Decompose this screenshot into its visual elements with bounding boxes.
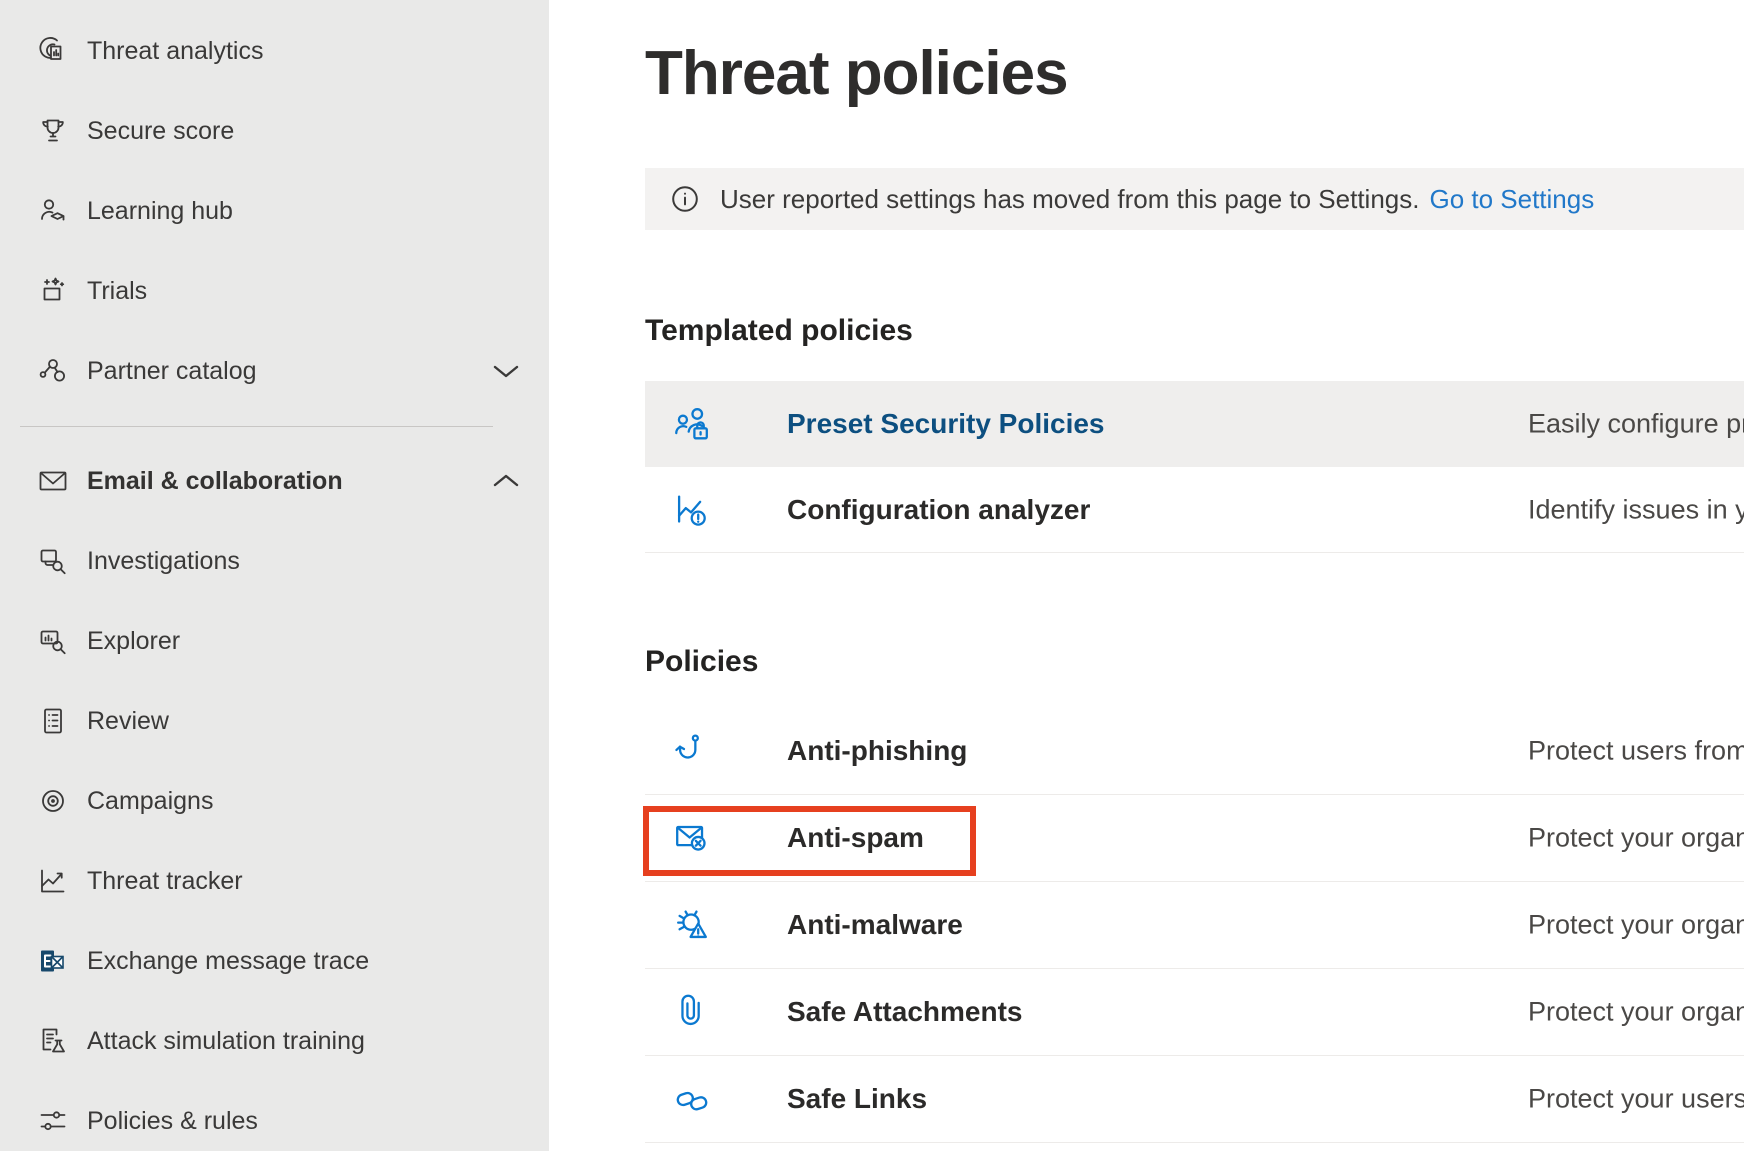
sidebar-item-secure-score[interactable]: Secure score xyxy=(0,91,549,171)
sidebar-item-label: Threat analytics xyxy=(87,37,263,66)
investigations-icon xyxy=(36,544,70,578)
row-safe-attachments[interactable]: Safe Attachments Protect your organiz xyxy=(645,969,1744,1056)
policies-rules-icon xyxy=(36,1104,70,1138)
sidebar-item-explorer[interactable]: Explorer xyxy=(0,601,549,681)
banner-message: User reported settings has moved from th… xyxy=(720,184,1419,215)
sidebar-item-exchange-message-trace[interactable]: Exchange message trace xyxy=(0,921,549,1001)
row-label: Safe Attachments xyxy=(787,996,1022,1028)
row-anti-spam[interactable]: Anti-spam Protect your organiz xyxy=(645,795,1744,882)
row-label: Preset Security Policies xyxy=(787,408,1105,440)
section-heading: Templated policies xyxy=(645,314,1744,348)
go-to-settings-link[interactable]: Go to Settings xyxy=(1429,184,1594,215)
main-content: Threat policies User reported settings h… xyxy=(549,0,1744,1151)
row-description: Protect your users fr xyxy=(1528,1084,1744,1115)
sidebar-item-label: Review xyxy=(87,707,169,736)
sidebar-item-label: Email & collaboration xyxy=(87,467,343,496)
row-label: Anti-spam xyxy=(787,822,924,854)
left-navigation: Threat analytics Secure score xyxy=(0,0,549,1151)
sidebar-item-policies-rules[interactable]: Policies & rules xyxy=(0,1081,549,1161)
row-description: Protect your organiz xyxy=(1528,823,1744,854)
anti-malware-icon xyxy=(671,904,713,946)
chevron-down-icon xyxy=(491,362,521,380)
row-anti-malware[interactable]: Anti-malware Protect your organiz xyxy=(645,882,1744,969)
trials-icon xyxy=(36,274,70,308)
threat-tracker-icon xyxy=(36,864,70,898)
secure-score-icon xyxy=(36,114,70,148)
sidebar-item-threat-analytics[interactable]: Threat analytics xyxy=(0,11,549,91)
review-icon xyxy=(36,704,70,738)
explorer-icon xyxy=(36,624,70,658)
row-description: Protect your organiz xyxy=(1528,997,1744,1028)
row-label: Safe Links xyxy=(787,1083,927,1115)
sidebar-item-learning-hub[interactable]: Learning hub xyxy=(0,171,549,251)
sidebar-item-threat-tracker[interactable]: Threat tracker xyxy=(0,841,549,921)
sidebar-item-trials[interactable]: Trials xyxy=(0,251,549,331)
row-description: Easily configure prot xyxy=(1528,408,1744,439)
sidebar-item-label: Policies & rules xyxy=(87,1107,258,1136)
sidebar-item-email-collaboration[interactable]: Email & collaboration xyxy=(0,441,549,521)
sidebar-item-label: Threat tracker xyxy=(87,867,243,896)
email-collaboration-icon xyxy=(36,464,70,498)
sidebar-item-label: Campaigns xyxy=(87,787,213,816)
sidebar-item-label: Trials xyxy=(87,277,147,306)
learning-hub-icon xyxy=(36,194,70,228)
anti-spam-icon xyxy=(671,817,713,859)
sidebar-item-label: Explorer xyxy=(87,627,180,656)
row-preset-security-policies[interactable]: Preset Security Policies Easily configur… xyxy=(645,381,1744,467)
sidebar-item-partner-catalog[interactable]: Partner catalog xyxy=(0,331,549,411)
section-heading: Policies xyxy=(645,645,1744,679)
sidebar-item-label: Attack simulation training xyxy=(87,1027,365,1056)
templated-policies-section: Templated policies P xyxy=(645,314,1744,553)
row-label: Anti-malware xyxy=(787,909,963,941)
exchange-icon xyxy=(36,944,70,978)
partner-catalog-icon xyxy=(36,354,70,388)
row-label: Configuration analyzer xyxy=(787,494,1090,526)
anti-phishing-icon xyxy=(671,730,713,772)
sidebar-item-investigations[interactable]: Investigations xyxy=(0,521,549,601)
sidebar-divider xyxy=(0,411,549,441)
campaigns-icon xyxy=(36,784,70,818)
row-anti-phishing[interactable]: Anti-phishing Protect users from p xyxy=(645,708,1744,795)
sidebar-item-campaigns[interactable]: Campaigns xyxy=(0,761,549,841)
sidebar-item-label: Learning hub xyxy=(87,197,233,226)
preset-security-policies-icon xyxy=(671,403,713,445)
sidebar-item-review[interactable]: Review xyxy=(0,681,549,761)
row-description: Protect users from p xyxy=(1528,736,1744,767)
app-window: Threat analytics Secure score xyxy=(0,0,1744,1151)
row-description: Identify issues in you xyxy=(1528,494,1744,525)
threat-analytics-icon xyxy=(36,34,70,68)
chevron-up-icon xyxy=(491,472,521,490)
policies-section: Policies Anti-phishing Protect users fro… xyxy=(645,645,1744,1143)
row-label: Anti-phishing xyxy=(787,735,967,767)
sidebar-item-label: Investigations xyxy=(87,547,240,576)
sidebar-item-label: Secure score xyxy=(87,117,234,146)
info-icon xyxy=(671,185,699,213)
sidebar-item-label: Exchange message trace xyxy=(87,947,369,976)
row-description: Protect your organiz xyxy=(1528,910,1744,941)
configuration-analyzer-icon xyxy=(671,489,713,531)
page-title: Threat policies xyxy=(645,36,1744,112)
sidebar-item-attack-simulation-training[interactable]: Attack simulation training xyxy=(0,1001,549,1081)
attack-simulation-icon xyxy=(36,1024,70,1058)
row-safe-links[interactable]: Safe Links Protect your users fr xyxy=(645,1056,1744,1143)
info-banner: User reported settings has moved from th… xyxy=(645,168,1744,230)
row-configuration-analyzer[interactable]: Configuration analyzer Identify issues i… xyxy=(645,467,1744,553)
sidebar-item-label: Partner catalog xyxy=(87,357,257,386)
safe-links-icon xyxy=(671,1078,713,1120)
safe-attachments-icon xyxy=(671,991,713,1033)
